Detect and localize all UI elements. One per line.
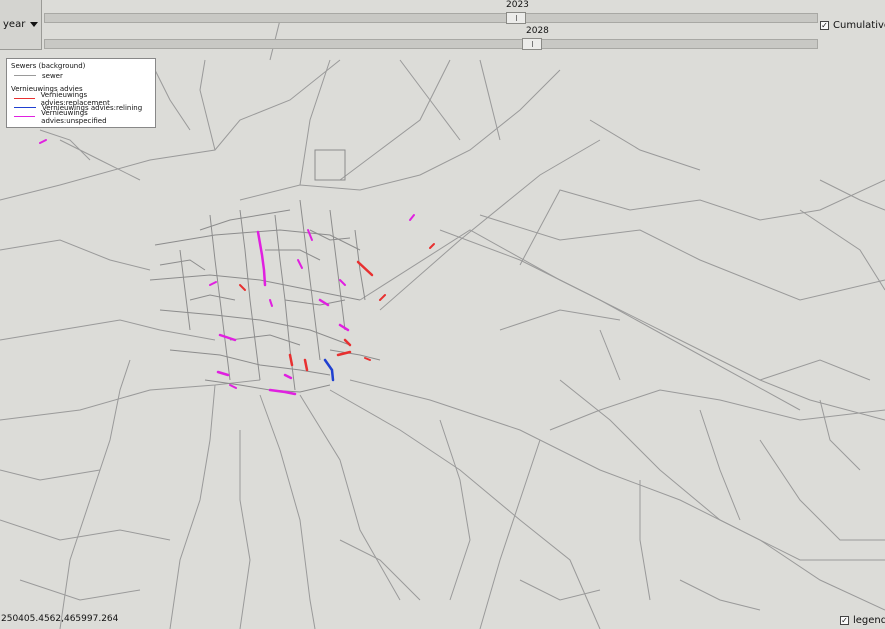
town-sewer-line bbox=[284, 299, 346, 306]
town-sewer-line bbox=[299, 199, 321, 361]
advice-segment bbox=[269, 299, 273, 307]
sewer-line bbox=[699, 409, 741, 521]
advice-segment bbox=[283, 373, 293, 380]
sewer-line bbox=[339, 539, 421, 601]
advice-segment bbox=[297, 259, 303, 269]
sewer-line bbox=[439, 419, 471, 601]
advice-segment bbox=[303, 358, 309, 372]
advice-segment bbox=[343, 338, 352, 347]
legend-item-replacement: Vernieuwings advies:replacement bbox=[11, 91, 151, 107]
town-sewer-line bbox=[265, 249, 321, 261]
advice-segment bbox=[307, 229, 313, 241]
slider-bottom-value: 2028 bbox=[526, 26, 549, 36]
legend-toggle[interactable]: ✓ legend bbox=[840, 615, 885, 626]
sewer-line bbox=[149, 59, 191, 131]
sewer-line bbox=[0, 379, 261, 421]
town-sewer-line bbox=[239, 209, 261, 381]
year-dropdown[interactable]: year bbox=[0, 0, 42, 50]
slider-handle[interactable] bbox=[521, 38, 542, 50]
sewer-line bbox=[379, 139, 601, 311]
slider-handle[interactable] bbox=[506, 12, 527, 24]
sewer-line bbox=[0, 319, 216, 341]
slider-track bbox=[44, 39, 818, 49]
advice-segment bbox=[409, 214, 415, 221]
cumulative-toggle[interactable]: ✓ Cumulative bbox=[820, 20, 885, 31]
sewer-line bbox=[819, 399, 861, 471]
chevron-down-icon bbox=[30, 22, 39, 27]
advice-segment bbox=[288, 353, 294, 367]
sewer-line bbox=[519, 579, 601, 601]
legend-item-label: sewer bbox=[42, 71, 63, 80]
sewer-line bbox=[759, 359, 871, 381]
advice-segments bbox=[39, 139, 435, 396]
sewer-line bbox=[479, 214, 885, 301]
legend-swatch bbox=[14, 116, 36, 117]
advice-segment bbox=[256, 230, 267, 287]
sewer-line bbox=[169, 384, 216, 629]
sewer-line bbox=[0, 519, 171, 541]
legend-checkbox[interactable]: ✓ bbox=[840, 616, 849, 625]
sewer-line bbox=[599, 329, 621, 381]
advice-segment bbox=[339, 279, 346, 286]
advice-segment bbox=[323, 358, 335, 382]
advice-segment bbox=[216, 370, 230, 377]
sewer-line bbox=[479, 439, 541, 629]
sewer-line bbox=[19, 579, 141, 601]
cumulative-checkbox[interactable]: ✓ bbox=[820, 21, 829, 30]
sewer-line bbox=[59, 359, 131, 629]
sewer-line bbox=[479, 59, 501, 141]
sewer-line bbox=[679, 579, 761, 611]
legend-item-unspecified: Vernieuwings advies:unspecified bbox=[11, 109, 151, 125]
sewer-line bbox=[799, 209, 885, 291]
legend-swatch bbox=[14, 75, 36, 76]
legend-item-label: Vernieuwings advies:unspecified bbox=[41, 108, 107, 125]
sewer-line bbox=[299, 394, 401, 601]
sewer-line bbox=[199, 59, 216, 151]
advice-segment bbox=[268, 388, 297, 396]
sewer-line bbox=[0, 469, 101, 481]
legend-background-title: Sewers (background) bbox=[11, 62, 86, 70]
legend-swatch bbox=[14, 107, 36, 108]
advice-segment bbox=[229, 384, 237, 389]
sewer-line bbox=[349, 379, 885, 611]
advice-segment bbox=[239, 284, 246, 291]
sewer-line bbox=[549, 389, 885, 431]
sewer-line bbox=[519, 179, 885, 266]
sewer-line bbox=[339, 59, 451, 181]
town-sewer-line bbox=[329, 209, 346, 331]
year-label: year bbox=[3, 19, 26, 30]
legend-toggle-label: legend bbox=[853, 615, 885, 626]
advice-segment bbox=[379, 294, 386, 301]
sewer-line bbox=[499, 309, 621, 331]
town-sewer-line bbox=[189, 294, 236, 301]
sewer-line bbox=[759, 439, 885, 541]
advice-segment bbox=[39, 139, 47, 144]
sewer-line bbox=[239, 430, 251, 629]
coordinate-readout: 250405.4562,465997.264 bbox=[1, 614, 119, 624]
town-sewer-line bbox=[149, 274, 361, 301]
legend-item-sewer: sewer bbox=[11, 71, 151, 80]
year-start-slider[interactable] bbox=[44, 12, 818, 24]
advice-segment bbox=[364, 357, 371, 361]
advice-segment bbox=[336, 350, 352, 357]
slider-top-value: 2023 bbox=[506, 0, 529, 10]
sewer-line bbox=[39, 129, 91, 161]
cumulative-label: Cumulative bbox=[833, 20, 885, 31]
legend-swatch bbox=[14, 98, 35, 99]
sewer-line bbox=[639, 480, 651, 601]
advice-segment bbox=[218, 333, 237, 342]
town-sewer-line bbox=[204, 379, 331, 393]
town-sewer-line bbox=[179, 249, 191, 331]
year-end-slider[interactable] bbox=[44, 38, 818, 50]
advice-segment bbox=[209, 281, 217, 286]
town-sewer-line bbox=[314, 149, 346, 181]
sewer-line bbox=[259, 394, 316, 629]
advice-segment bbox=[429, 243, 435, 249]
sewer-line bbox=[589, 119, 701, 171]
slider-track bbox=[44, 13, 818, 23]
sewer-line bbox=[0, 239, 151, 271]
map-legend: Sewers (background) sewer Vernieuwings a… bbox=[6, 58, 156, 128]
